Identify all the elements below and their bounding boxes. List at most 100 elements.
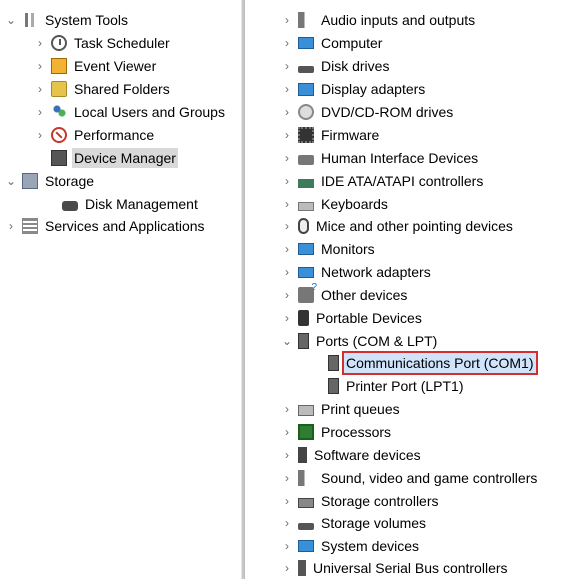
- device-category-label: Disk drives: [321, 58, 390, 74]
- tree-item-label: Device Manager: [72, 148, 178, 168]
- device-category-label: Portable Devices: [316, 310, 422, 326]
- chevron-right-icon[interactable]: ›: [280, 124, 294, 146]
- tree-item-performance[interactable]: › Performance: [33, 124, 156, 146]
- chevron-right-icon[interactable]: ›: [280, 307, 294, 329]
- disk-drive-icon: [298, 65, 314, 73]
- device-item-com1[interactable]: Communications Port (COM1): [328, 351, 538, 375]
- chevron-right-icon[interactable]: ›: [280, 535, 294, 557]
- device-category-storage-volumes[interactable]: › Storage volumes: [280, 512, 428, 534]
- device-category-label: Computer: [321, 35, 383, 51]
- device-category-label: Processors: [321, 424, 392, 440]
- chevron-down-icon[interactable]: ⌄: [4, 170, 18, 192]
- device-category-keyboards[interactable]: › Keyboards: [280, 193, 390, 215]
- dvd-drive-icon: [298, 104, 314, 120]
- device-category-label: Firmware: [321, 127, 380, 143]
- device-category-audio[interactable]: › Audio inputs and outputs: [280, 9, 477, 31]
- chevron-right-icon[interactable]: ›: [280, 557, 294, 579]
- users-icon: [51, 104, 67, 120]
- tree-item-disk-management[interactable]: Disk Management: [62, 193, 200, 215]
- tree-item-event-viewer[interactable]: › Event Viewer: [33, 55, 158, 77]
- tree-item-label: System Tools: [45, 12, 128, 28]
- device-category-software[interactable]: › Software devices: [280, 444, 423, 466]
- device-category-monitors[interactable]: › Monitors: [280, 238, 377, 260]
- chevron-right-icon[interactable]: ›: [280, 398, 294, 420]
- chevron-right-icon[interactable]: ›: [280, 147, 294, 169]
- device-category-other[interactable]: › Other devices: [280, 282, 409, 306]
- device-item-lpt1[interactable]: Printer Port (LPT1): [328, 375, 465, 397]
- device-category-sound[interactable]: › Sound, video and game controllers: [280, 467, 539, 489]
- hid-icon: [298, 154, 314, 165]
- chevron-right-icon[interactable]: ›: [280, 32, 294, 54]
- ide-controller-icon: [298, 178, 314, 188]
- device-category-display[interactable]: › Display adapters: [280, 78, 427, 100]
- chevron-right-icon[interactable]: ›: [280, 512, 294, 534]
- device-category-label: Keyboards: [321, 196, 388, 212]
- chevron-right-icon[interactable]: ›: [280, 467, 294, 489]
- chevron-right-icon[interactable]: ›: [280, 101, 294, 123]
- chevron-right-icon[interactable]: ›: [280, 170, 294, 192]
- tree-item-task-scheduler[interactable]: › Task Scheduler: [33, 32, 172, 54]
- pane-splitter[interactable]: [241, 0, 245, 579]
- chevron-right-icon[interactable]: ›: [280, 193, 294, 215]
- device-category-print-queues[interactable]: › Print queues: [280, 398, 402, 420]
- device-category-disk-drives[interactable]: › Disk drives: [280, 55, 391, 77]
- chevron-right-icon[interactable]: ›: [280, 490, 294, 512]
- device-category-usb[interactable]: › Universal Serial Bus controllers: [280, 557, 510, 579]
- chevron-right-icon[interactable]: ›: [280, 444, 294, 466]
- tree-item-system-tools[interactable]: ⌄ System Tools: [4, 9, 130, 31]
- tree-item-device-manager[interactable]: Device Manager: [51, 147, 178, 169]
- device-category-portable[interactable]: › Portable Devices: [280, 307, 424, 329]
- chevron-down-icon[interactable]: ⌄: [280, 330, 294, 352]
- chevron-right-icon[interactable]: ›: [33, 124, 47, 146]
- chevron-right-icon[interactable]: ›: [280, 9, 294, 31]
- device-category-computer[interactable]: › Computer: [280, 32, 384, 54]
- usb-icon: [298, 560, 306, 576]
- chevron-right-icon[interactable]: ›: [33, 78, 47, 100]
- mouse-icon: [298, 218, 309, 234]
- chevron-right-icon[interactable]: ›: [280, 421, 294, 443]
- chevron-right-icon[interactable]: ›: [33, 101, 47, 123]
- device-category-storage-controllers[interactable]: › Storage controllers: [280, 490, 441, 512]
- port-icon: [328, 378, 339, 394]
- device-category-ports[interactable]: ⌄ Ports (COM & LPT): [280, 330, 439, 352]
- tree-item-label: Task Scheduler: [74, 35, 170, 51]
- chevron-right-icon[interactable]: ›: [280, 215, 294, 237]
- tree-item-label: Storage: [45, 173, 95, 189]
- chevron-down-icon[interactable]: ⌄: [4, 9, 18, 31]
- tree-item-shared-folders[interactable]: › Shared Folders: [33, 78, 172, 100]
- processor-icon: [298, 424, 314, 440]
- device-category-hid[interactable]: › Human Interface Devices: [280, 147, 480, 169]
- chevron-right-icon[interactable]: ›: [280, 55, 294, 77]
- tree-item-label: Performance: [74, 127, 155, 143]
- tree-item-local-users[interactable]: › Local Users and Groups: [33, 101, 227, 123]
- tree-item-storage[interactable]: ⌄ Storage: [4, 170, 96, 192]
- chevron-right-icon[interactable]: ›: [280, 238, 294, 260]
- device-category-label: Network adapters: [321, 264, 431, 280]
- chevron-right-icon[interactable]: ›: [280, 78, 294, 100]
- device-category-label: Print queues: [321, 401, 400, 417]
- device-category-label: Mice and other pointing devices: [316, 218, 513, 234]
- device-category-processors[interactable]: › Processors: [280, 421, 393, 443]
- device-category-firmware[interactable]: › Firmware: [280, 124, 381, 146]
- storage-icon: [22, 173, 38, 189]
- device-manager-icon: [51, 150, 67, 166]
- clock-icon: [51, 35, 67, 51]
- monitor-icon: [298, 243, 314, 255]
- chevron-right-icon[interactable]: ›: [4, 215, 18, 237]
- device-category-dvd[interactable]: › DVD/CD-ROM drives: [280, 101, 455, 123]
- device-category-network[interactable]: › Network adapters: [280, 261, 433, 283]
- tools-icon: [22, 12, 38, 28]
- tree-item-label: Local Users and Groups: [74, 104, 225, 120]
- device-category-mice[interactable]: › Mice and other pointing devices: [280, 215, 515, 237]
- device-category-ide[interactable]: › IDE ATA/ATAPI controllers: [280, 170, 485, 192]
- device-category-system[interactable]: › System devices: [280, 535, 421, 557]
- chevron-right-icon[interactable]: ›: [33, 55, 47, 77]
- chevron-right-icon[interactable]: ›: [280, 284, 294, 306]
- chevron-right-icon[interactable]: ›: [33, 32, 47, 54]
- chevron-right-icon[interactable]: ›: [280, 261, 294, 283]
- storage-controller-icon: [298, 497, 314, 508]
- tree-item-services-apps[interactable]: › Services and Applications: [4, 215, 207, 237]
- device-category-label: Monitors: [321, 241, 375, 257]
- unknown-device-icon: [298, 282, 317, 303]
- event-log-icon: [51, 58, 67, 74]
